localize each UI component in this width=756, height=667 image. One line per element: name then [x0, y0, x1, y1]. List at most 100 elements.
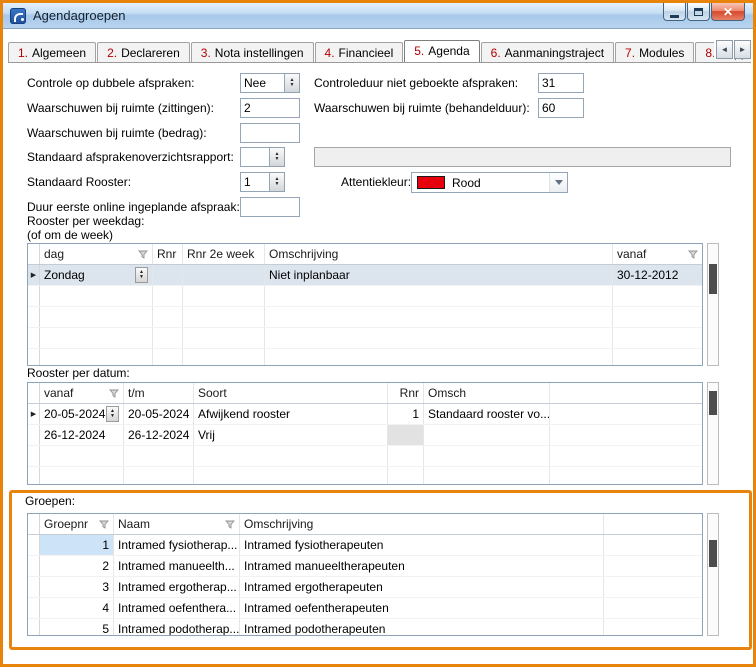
column-header-rnr2eweek[interactable]: Rnr 2e week	[183, 244, 265, 264]
controleduur-label: Controleduur niet geboekte afspraken:	[314, 73, 518, 93]
dropdown-button[interactable]	[549, 173, 567, 192]
column-header-vanaf[interactable]: vanaf	[613, 244, 702, 264]
controleduur-input[interactable]	[538, 73, 584, 93]
online-duur-input[interactable]	[240, 197, 300, 217]
cell	[388, 467, 424, 485]
column-header-omschrijving[interactable]: Omschrijving	[240, 514, 604, 534]
filter-icon[interactable]	[225, 520, 235, 529]
attentiekleur-value: Rood	[452, 176, 549, 190]
cell	[28, 514, 40, 534]
scrollbar-thumb[interactable]	[709, 540, 717, 567]
spin-down-icon: ▼	[110, 414, 115, 419]
vertical-scrollbar[interactable]	[707, 513, 719, 636]
table-row[interactable]: ▶ 20-05-2024▲▼ 20-05-2024 Afwijkend roos…	[28, 404, 702, 425]
spinner-buttons[interactable]: ▲▼	[270, 147, 285, 167]
scrollbar-thumb[interactable]	[709, 264, 717, 294]
filter-icon[interactable]	[109, 389, 119, 398]
cell	[604, 598, 702, 618]
rapport-combo[interactable]: ▲▼	[240, 147, 285, 167]
tab-5-agenda[interactable]: 5.Agenda	[404, 40, 479, 63]
controle-dubbele-combo[interactable]: ▲▼	[240, 73, 300, 93]
spinner-buttons[interactable]: ▲▼	[285, 73, 300, 93]
table-row[interactable]: 4 Intramed oefenthera... Intramed oefent…	[28, 598, 702, 619]
table-row[interactable]: ▶ Zondag▲▼ Niet inplanbaar 30-12-2012	[28, 265, 702, 286]
close-button[interactable]: ✕	[711, 3, 745, 21]
spinner-buttons[interactable]: ▲▼	[270, 172, 285, 192]
cell	[604, 619, 702, 636]
title-bar[interactable]: Agendagroepen	[3, 3, 753, 29]
scrollbar-thumb[interactable]	[709, 391, 717, 415]
tab-3-nota-instellingen[interactable]: 3.Nota instellingen	[191, 42, 314, 62]
ruimte-zittingen-label: Waarschuwen bij ruimte (zittingen):	[27, 98, 214, 118]
tab-scroll-left-button[interactable]: ◄	[716, 40, 733, 59]
tab-7-modules[interactable]: 7.Modules	[615, 42, 694, 62]
table-row[interactable]: 5 Intramed podotherap... Intramed podoth…	[28, 619, 702, 636]
spinner-buttons[interactable]: ▲▼	[106, 406, 119, 422]
tab-scroll-right-button[interactable]: ►	[734, 40, 751, 59]
filter-icon[interactable]	[688, 250, 698, 259]
minimize-button[interactable]	[663, 3, 686, 21]
cell-groepnr[interactable]: 1	[40, 535, 114, 555]
cell-vanaf[interactable]: 20-05-2024▲▼	[40, 404, 124, 424]
column-header-omschrijving[interactable]: Omschrijving	[265, 244, 613, 264]
filter-icon[interactable]	[138, 250, 148, 259]
table-row[interactable]	[28, 307, 702, 328]
cell	[28, 556, 40, 576]
rapport-label: Standaard afsprakenoverzichtsrapport:	[27, 147, 234, 167]
table-row[interactable]: 26-12-2024 26-12-2024 Vrij	[28, 425, 702, 446]
tab-4-financieel[interactable]: 4.Financieel	[315, 42, 404, 62]
table-row[interactable]: 1 Intramed fysiotherap... Intramed fysio…	[28, 535, 702, 556]
column-header-rnr[interactable]: Rnr	[388, 383, 424, 403]
attentiekleur-select[interactable]: Rood	[411, 172, 568, 193]
table-row[interactable]	[28, 286, 702, 307]
window-controls: ✕	[662, 3, 745, 21]
cell-dag[interactable]: Zondag▲▼	[40, 265, 153, 285]
cell	[550, 383, 702, 403]
cell	[604, 514, 702, 534]
maximize-button[interactable]	[687, 3, 710, 21]
table-row[interactable]: 3 Intramed ergotherap... Intramed ergoth…	[28, 577, 702, 598]
column-header-soort[interactable]: Soort	[194, 383, 388, 403]
spinner-buttons[interactable]: ▲▼	[135, 267, 148, 283]
ruimte-bedrag-input[interactable]	[240, 123, 300, 143]
cell-naam: Intramed oefenthera...	[114, 598, 240, 618]
ruimte-zittingen-input[interactable]	[240, 98, 300, 118]
cell	[153, 328, 183, 348]
cell-omsch	[424, 425, 550, 445]
column-header-omsch[interactable]: Omsch	[424, 383, 550, 403]
current-row-marker-icon: ▶	[31, 410, 36, 418]
rapport-input[interactable]	[240, 147, 270, 167]
tab-1-algemeen[interactable]: 1.Algemeen	[8, 42, 96, 62]
cell	[28, 446, 40, 466]
column-header-dag[interactable]: dag	[40, 244, 153, 264]
cell	[550, 404, 702, 424]
column-header-naam[interactable]: Naam	[114, 514, 240, 534]
controle-dubbele-input[interactable]	[240, 73, 285, 93]
tab-6-aanmaningstraject[interactable]: 6.Aanmaningstraject	[481, 42, 614, 62]
column-header-vanaf[interactable]: vanaf	[40, 383, 124, 403]
groepen-grid[interactable]: Groepnr Naam Omschrijving 1 Intramed fys…	[27, 513, 703, 636]
cell	[550, 425, 702, 445]
column-header-rnr[interactable]: Rnr	[153, 244, 183, 264]
ruimte-behandelduur-input[interactable]	[538, 98, 584, 118]
cell: ▶	[28, 265, 40, 285]
standaard-rooster-combo[interactable]: ▲▼	[240, 172, 285, 192]
standaard-rooster-input[interactable]	[240, 172, 270, 192]
rooster-datum-grid[interactable]: vanaf t/m Soort Rnr Omsch ▶ 20-05-2024▲▼…	[27, 382, 703, 485]
table-row[interactable]: 2 Intramed manueelth... Intramed manueel…	[28, 556, 702, 577]
table-row[interactable]	[28, 446, 702, 467]
table-row[interactable]	[28, 467, 702, 485]
filter-icon[interactable]	[99, 520, 109, 529]
cell-groepnr: 3	[40, 577, 114, 597]
table-row[interactable]	[28, 328, 702, 349]
vertical-scrollbar[interactable]	[707, 382, 719, 485]
rooster-weekdag-grid[interactable]: dag Rnr Rnr 2e week Omschrijving vanaf ▶…	[27, 243, 703, 366]
column-header-tm[interactable]: t/m	[124, 383, 194, 403]
vertical-scrollbar[interactable]	[707, 243, 719, 366]
tab-label: Nota instellingen	[215, 46, 304, 60]
tab-2-declareren[interactable]: 2.Declareren	[97, 42, 190, 62]
column-header-groepnr[interactable]: Groepnr	[40, 514, 114, 534]
window-title: Agendagroepen	[33, 8, 126, 23]
table-row[interactable]	[28, 349, 702, 366]
cell	[194, 467, 388, 485]
